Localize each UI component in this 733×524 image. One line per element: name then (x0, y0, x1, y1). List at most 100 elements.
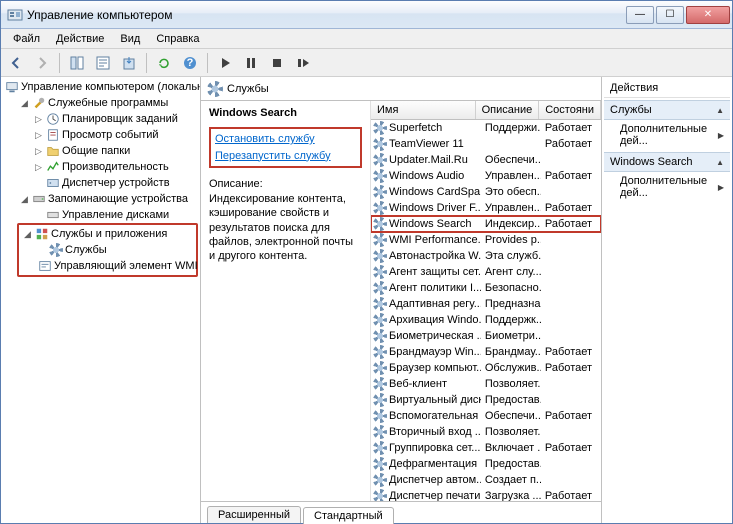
clock-icon (46, 112, 60, 126)
refresh-button[interactable] (153, 52, 175, 74)
services-list[interactable]: Имя Описание Состояни SuperfetchПоддержи… (371, 101, 601, 501)
minimize-button[interactable]: — (626, 6, 654, 24)
service-desc: Предназна... (481, 297, 541, 311)
service-row[interactable]: Браузер компьют...Обслужив...Работает (371, 360, 601, 376)
tree-wmi[interactable]: Управляющий элемент WMI (34, 258, 195, 274)
menu-action[interactable]: Действие (48, 31, 112, 47)
tree-storage[interactable]: ◢Запоминающие устройства (17, 191, 198, 207)
export-button[interactable] (118, 52, 140, 74)
service-desc: Обеспечи... (481, 409, 541, 423)
close-button[interactable]: ✕ (686, 6, 730, 24)
tab-standard[interactable]: Стандартный (303, 507, 394, 524)
tree-scheduler[interactable]: ▷Планировщик заданий (31, 111, 198, 127)
service-row[interactable]: Виртуальный дискПредостав... (371, 392, 601, 408)
show-hide-tree-button[interactable] (66, 52, 88, 74)
menu-help[interactable]: Справка (148, 31, 207, 47)
service-row[interactable]: Группировка сет...Включает ...Работает (371, 440, 601, 456)
service-name: Группировка сет... (389, 442, 480, 454)
tree-shared[interactable]: ▷Общие папки (31, 143, 198, 159)
properties-button[interactable] (92, 52, 114, 74)
service-row[interactable]: Windows SearchИндексир...Работает (371, 216, 601, 232)
list-header[interactable]: Имя Описание Состояни (371, 101, 601, 120)
actions-section-services[interactable]: Службы▲ (604, 100, 730, 120)
service-status: Работает (541, 201, 601, 215)
stop-service-link[interactable]: Остановить службу (215, 131, 356, 148)
collapse-icon[interactable]: ▲ (716, 158, 724, 167)
service-desc: Индексир... (481, 217, 541, 231)
forward-button[interactable] (31, 52, 53, 74)
gear-icon (373, 297, 387, 311)
menu-view[interactable]: Вид (112, 31, 148, 47)
tree-devmgr[interactable]: Диспетчер устройств (31, 175, 198, 191)
service-row[interactable]: Дефрагментация ...Предостав... (371, 456, 601, 472)
expand-icon[interactable]: ▷ (33, 114, 44, 125)
maximize-button[interactable]: ☐ (656, 6, 684, 24)
service-row[interactable]: Автонастройка W...Эта служб... (371, 248, 601, 264)
actions-more-2[interactable]: Дополнительные дей...▶ (604, 172, 730, 202)
service-status: Работает (541, 409, 601, 423)
gear-icon (373, 457, 387, 471)
service-desc: Provides p... (481, 233, 541, 247)
expand-icon[interactable]: ▷ (33, 146, 44, 157)
expand-icon[interactable]: ▷ (33, 130, 44, 141)
service-row[interactable]: Вспомогательная ...Обеспечи...Работает (371, 408, 601, 424)
expand-icon[interactable]: ▷ (33, 162, 44, 173)
service-name: TeamViewer 11 (389, 138, 464, 150)
bottom-tabs: Расширенный Стандартный (201, 501, 601, 523)
service-actions-highlighted: Остановить службу Перезапустить службу (209, 127, 362, 168)
service-status (541, 383, 601, 385)
col-desc[interactable]: Описание (476, 101, 540, 119)
tree-utilities[interactable]: ◢ Служебные программы (17, 95, 198, 111)
service-row[interactable]: Веб-клиентПозволяет... (371, 376, 601, 392)
tree-svcapps[interactable]: ◢Службы и приложения (20, 226, 195, 242)
service-row[interactable]: Updater.Mail.RuОбеспечи... (371, 152, 601, 168)
back-button[interactable] (5, 52, 27, 74)
actions-section-selected[interactable]: Windows Search▲ (604, 152, 730, 172)
col-name[interactable]: Имя (371, 101, 476, 119)
restart-service-button[interactable] (292, 52, 314, 74)
service-row[interactable]: Windows Driver F...Управлен...Работает (371, 200, 601, 216)
help-button[interactable]: ? (179, 52, 201, 74)
start-service-button[interactable] (214, 52, 236, 74)
service-row[interactable]: Windows AudioУправлен...Работает (371, 168, 601, 184)
service-row[interactable]: Диспетчер автом...Создает п... (371, 472, 601, 488)
tree-root[interactable]: Управление компьютером (локальным) (3, 79, 198, 95)
service-row[interactable]: Агент политики I...Безопасно... (371, 280, 601, 296)
titlebar[interactable]: Управление компьютером — ☐ ✕ (1, 1, 732, 29)
col-status[interactable]: Состояни (539, 101, 601, 119)
service-name: Диспетчер печати (389, 490, 480, 501)
tree-services[interactable]: Службы (34, 242, 195, 258)
collapse-icon[interactable]: ▲ (716, 106, 724, 115)
tab-extended[interactable]: Расширенный (207, 506, 301, 523)
service-row[interactable]: Диспетчер печатиЗагрузка ...Работает (371, 488, 601, 501)
service-row[interactable]: SuperfetchПоддержи...Работает (371, 120, 601, 136)
tree-events[interactable]: ▷Просмотр событий (31, 127, 198, 143)
actions-more-1[interactable]: Дополнительные дей...▶ (604, 120, 730, 150)
service-desc: Предостав... (481, 457, 541, 471)
collapse-icon[interactable]: ◢ (19, 98, 30, 109)
gear-icon (373, 329, 387, 343)
tree-pane[interactable]: Управление компьютером (локальным) ◢ Слу… (1, 77, 201, 523)
service-row[interactable]: TeamViewer 11Работает (371, 136, 601, 152)
center-title: Службы (227, 83, 269, 95)
service-row[interactable]: Агент защиты сет...Агент слу... (371, 264, 601, 280)
service-row[interactable]: Биометрическая ...Биометри... (371, 328, 601, 344)
separator (146, 53, 147, 73)
tree-perf[interactable]: ▷Производительность (31, 159, 198, 175)
service-row[interactable]: WMI Performance...Provides p... (371, 232, 601, 248)
service-row[interactable]: Windows CardSpa...Это обесп... (371, 184, 601, 200)
pause-service-button[interactable] (240, 52, 262, 74)
service-row[interactable]: Адаптивная регу...Предназна... (371, 296, 601, 312)
service-row[interactable]: Архивация Windo...Поддержк... (371, 312, 601, 328)
menu-file[interactable]: Файл (5, 31, 48, 47)
collapse-icon[interactable]: ◢ (22, 229, 33, 240)
service-desc: Включает ... (481, 441, 541, 455)
gear-icon (373, 233, 387, 247)
restart-service-link[interactable]: Перезапустить службу (215, 148, 356, 165)
tree-diskmgr[interactable]: Управление дисками (31, 207, 198, 223)
service-row[interactable]: Вторичный вход ...Позволяет... (371, 424, 601, 440)
service-row[interactable]: Брандмауэр Win...Брандмау...Работает (371, 344, 601, 360)
service-status (541, 191, 601, 193)
stop-service-button[interactable] (266, 52, 288, 74)
collapse-icon[interactable]: ◢ (19, 194, 30, 205)
